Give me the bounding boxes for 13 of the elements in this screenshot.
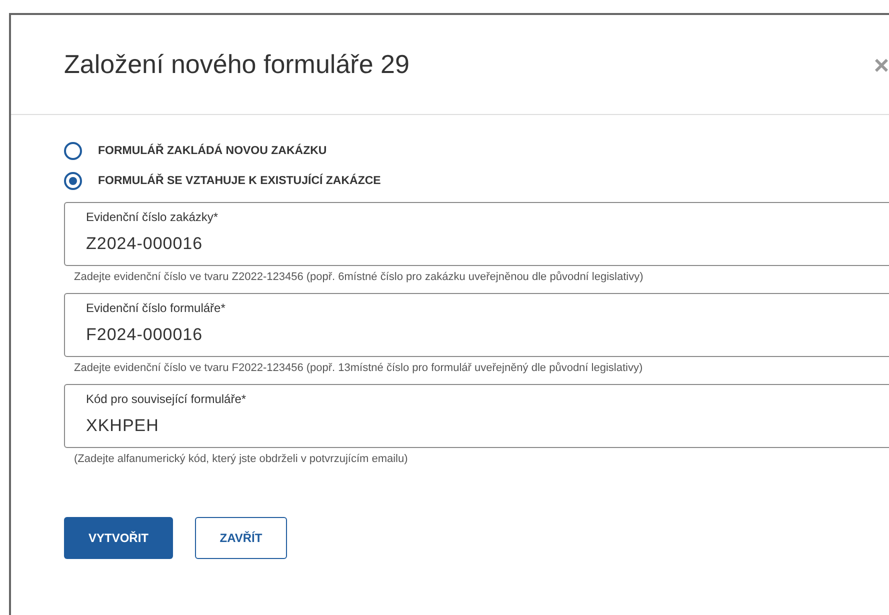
- dialog-title: Založení nového formuláře 29: [64, 49, 410, 80]
- radio-label[interactable]: FORMULÁŘ SE VZTAHUJE K EXISTUJÍCÍ ZAKÁZCE: [98, 175, 381, 187]
- field-label: Evidenční číslo formuláře*: [86, 301, 226, 315]
- field-hint: Zadejte evidenční číslo ve tvaru Z2022-123456 (popř. 6místné číslo pro zakázku uveřejněnou dle původní legislativy): [73, 270, 644, 283]
- field-label: Kód pro související formuláře*: [86, 392, 246, 406]
- create-button[interactable]: VYTVOŘIT: [64, 517, 173, 559]
- close-dialog-button[interactable]: ZAVŘÍT: [195, 517, 287, 559]
- field-hint: (Zadejte alfanumerický kód, který jste obdrželi v potvrzujícím emailu): [73, 452, 409, 465]
- field-label: Evidenční číslo zakázky*: [86, 210, 218, 224]
- radio-button[interactable]: [64, 172, 82, 190]
- field-hint: Zadejte evidenční číslo ve tvaru F2022-123456 (popř. 13místné číslo pro formulář uveřejněný dle původní legislativy): [73, 361, 644, 374]
- radio-button[interactable]: [64, 142, 82, 160]
- radio-label[interactable]: FORMULÁŘ ZAKLÁDÁ NOVOU ZAKÁZKU: [98, 145, 327, 157]
